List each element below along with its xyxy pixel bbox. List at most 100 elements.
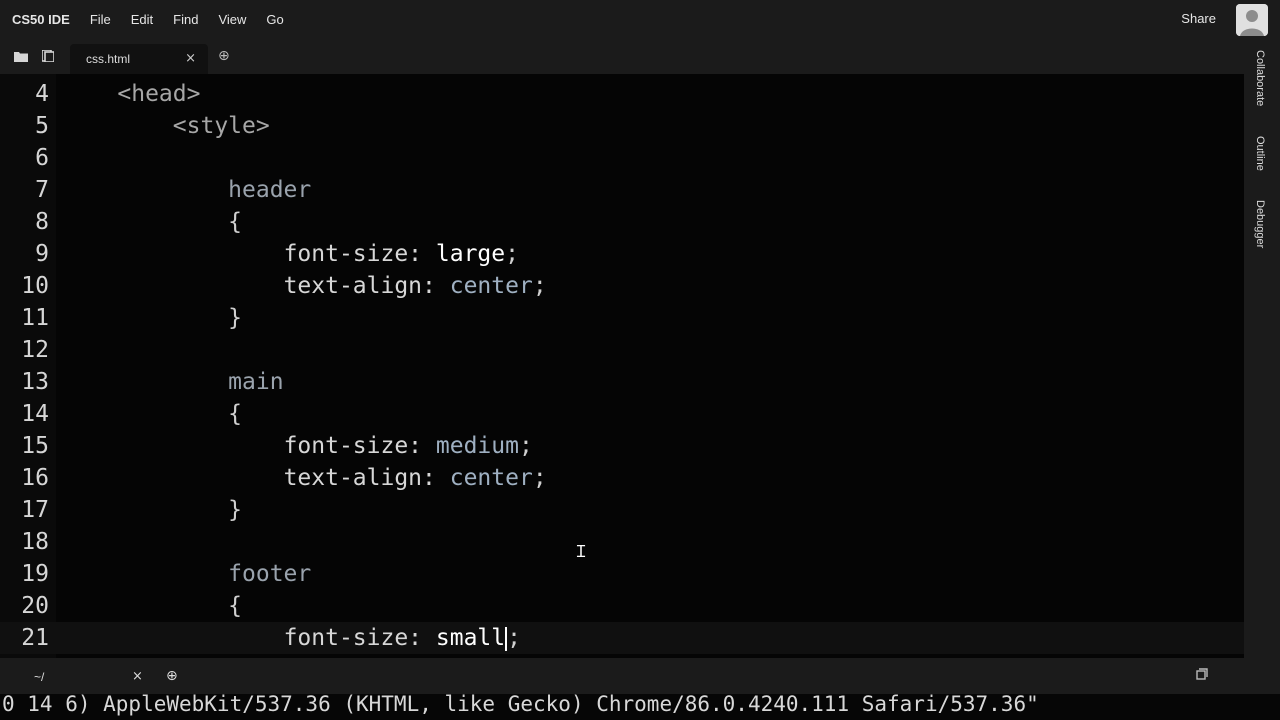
code-line[interactable]: 12 [0, 334, 1244, 366]
code-text: } [62, 302, 242, 334]
code-text: font-size: large; [62, 238, 519, 270]
code-token: medium [435, 433, 519, 459]
sidebar-item-outline[interactable]: Outline [1254, 136, 1266, 171]
tab-css-html[interactable]: css.html × [70, 44, 208, 74]
code-line[interactable]: 21 font-size: small; [0, 622, 1244, 654]
code-line[interactable]: 8 { [0, 206, 1244, 238]
code-line[interactable]: 16 text-align: center; [0, 462, 1244, 494]
tab-label: css.html [86, 52, 131, 66]
code-token: ; [518, 433, 533, 459]
line-number: 4 [35, 81, 49, 107]
menu-find[interactable]: Find [173, 12, 198, 27]
menu-file[interactable]: File [90, 12, 111, 27]
ide-window: CS50 IDE File Edit Find View Go Share cs… [0, 0, 1280, 720]
close-icon[interactable]: × [132, 669, 143, 684]
code-line[interactable]: 5 <style> [0, 110, 1244, 142]
code-token: header [228, 177, 312, 203]
code-line[interactable]: 19 footer [0, 558, 1244, 590]
line-number: 5 [35, 113, 49, 139]
menu-edit[interactable]: Edit [131, 12, 153, 27]
menu-view[interactable]: View [218, 12, 246, 27]
code-token: text-align: [283, 273, 450, 299]
code-line[interactable]: 18 [0, 526, 1244, 558]
code-line[interactable]: 10 text-align: center; [0, 270, 1244, 302]
line-number: 20 [21, 593, 49, 619]
code-editor[interactable]: 4 <head> 5 <style> 6 7 header 8 {9 font-size… [0, 74, 1244, 658]
code-text: <head> [62, 78, 200, 110]
code-token: text-align: [283, 465, 450, 491]
file-tree-icon[interactable] [41, 49, 55, 65]
code-line[interactable]: 9 font-size: large; [0, 238, 1244, 270]
line-number: 10 [21, 273, 49, 299]
code-text: text-align: center; [62, 462, 547, 494]
code-token: } [228, 497, 243, 523]
line-number: 11 [21, 305, 49, 331]
code-token: font-size: [283, 433, 436, 459]
code-line[interactable]: 14 { [0, 398, 1244, 430]
code-token: <style> [172, 113, 270, 139]
add-tab-icon[interactable]: ⊕ [166, 668, 178, 684]
code-line[interactable]: 6 [0, 142, 1244, 174]
code-token: center [449, 273, 533, 299]
code-text: footer [62, 558, 311, 590]
terminal-tab-bar: ~/ × ⊕ [0, 658, 1280, 694]
right-sidebar: Collaborate Outline Debugger [1244, 38, 1280, 660]
code-token: { [228, 593, 243, 619]
line-number: 7 [35, 177, 49, 203]
terminal-tab-label[interactable]: ~/ [34, 670, 44, 684]
add-tab-icon[interactable]: ⊕ [218, 48, 230, 64]
code-token: ; [532, 273, 547, 299]
terminal-line: 0 14 6) AppleWebKit/537.36 (KHTML, like … [2, 694, 1039, 716]
code-token: large [435, 241, 506, 267]
code-text: <style> [62, 110, 270, 142]
code-text: } [62, 494, 242, 526]
code-text: text-align: center; [62, 270, 547, 302]
code-line[interactable]: 13 main [0, 366, 1244, 398]
line-number: 6 [35, 145, 49, 171]
terminal-output[interactable]: 0 14 6) AppleWebKit/537.36 (KHTML, like … [0, 694, 1280, 720]
sidebar-item-debugger[interactable]: Debugger [1254, 200, 1266, 248]
code-token: } [228, 305, 243, 331]
line-number: 18 [21, 529, 49, 555]
line-number: 14 [21, 401, 49, 427]
code-text: { [62, 590, 242, 622]
code-token: ; [507, 625, 521, 651]
share-button[interactable]: Share [1181, 11, 1216, 26]
editor-tab-bar: css.html × ⊕ [0, 38, 1244, 74]
folder-icon[interactable] [14, 50, 28, 65]
code-text: header [62, 174, 311, 206]
code-token: { [228, 401, 243, 427]
code-text: font-size: medium; [62, 430, 533, 462]
code-line[interactable]: 4 <head> [0, 78, 1244, 110]
code-line[interactable]: 7 header [0, 174, 1244, 206]
code-line[interactable]: 20 { [0, 590, 1244, 622]
line-number: 19 [21, 561, 49, 587]
line-number: 12 [21, 337, 49, 363]
sidebar-item-collaborate[interactable]: Collaborate [1254, 50, 1266, 106]
close-icon[interactable]: × [185, 51, 196, 66]
code-token: { [228, 209, 243, 235]
line-number: 15 [21, 433, 49, 459]
code-line[interactable]: 11 } [0, 302, 1244, 334]
code-line[interactable]: 15 font-size: medium; [0, 430, 1244, 462]
line-number: 16 [21, 465, 49, 491]
avatar[interactable] [1236, 4, 1268, 36]
code-token: main [228, 369, 284, 395]
maximize-icon[interactable] [1196, 668, 1208, 684]
code-line[interactable]: 17 } [0, 494, 1244, 526]
app-brand[interactable]: CS50 IDE [12, 12, 70, 27]
menu-go[interactable]: Go [266, 12, 283, 27]
code-token: center [449, 465, 533, 491]
code-token: <head> [117, 81, 201, 107]
